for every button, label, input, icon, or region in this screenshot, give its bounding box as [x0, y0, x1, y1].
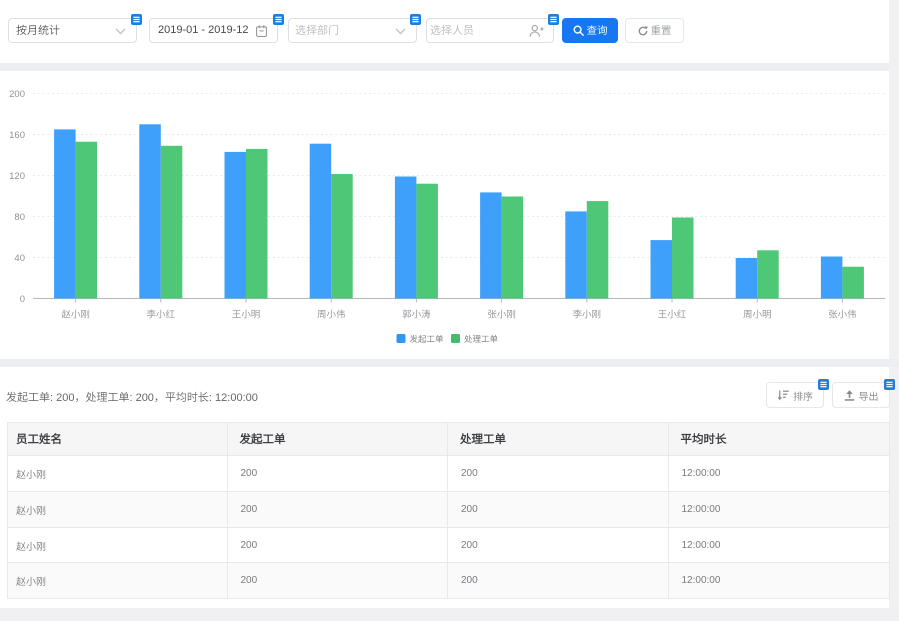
svg-text:160: 160: [9, 130, 25, 141]
svg-text:李小红: 李小红: [147, 310, 176, 321]
svg-text:200: 200: [9, 89, 25, 100]
svg-text:周小伟: 周小伟: [317, 310, 346, 321]
svg-text:发起工单: 发起工单: [410, 334, 445, 344]
svg-text:80: 80: [14, 212, 25, 223]
svg-text:0: 0: [20, 294, 25, 305]
svg-text:40: 40: [14, 253, 25, 264]
svg-text:周小明: 周小明: [743, 310, 772, 321]
svg-text:张小伟: 张小伟: [828, 310, 857, 321]
svg-text:120: 120: [9, 171, 25, 182]
svg-text:张小刚: 张小刚: [487, 310, 516, 321]
svg-text:赵小刚: 赵小刚: [61, 310, 90, 321]
svg-text:处理工单: 处理工单: [464, 334, 499, 344]
svg-text:郭小涛: 郭小涛: [402, 310, 431, 321]
svg-text:王小明: 王小明: [232, 310, 261, 321]
svg-text:王小红: 王小红: [658, 310, 687, 321]
svg-text:李小刚: 李小刚: [573, 310, 602, 321]
